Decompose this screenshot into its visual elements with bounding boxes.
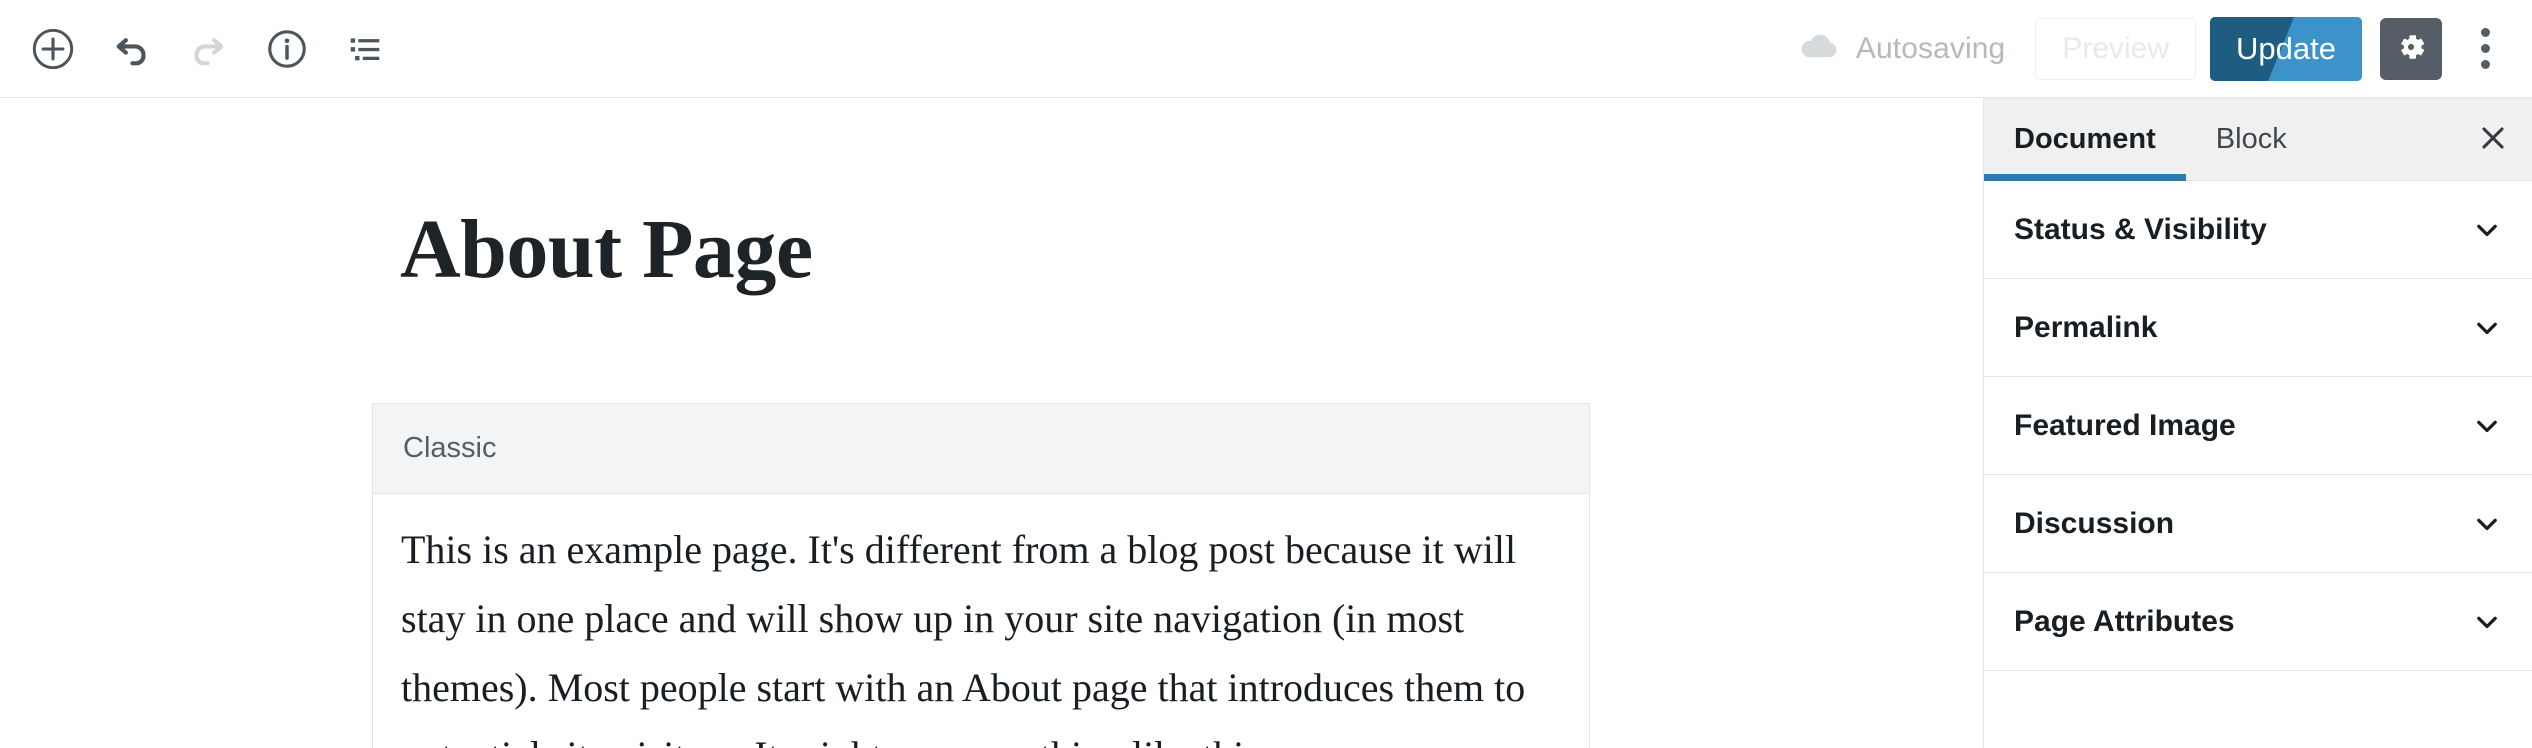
tab-block[interactable]: Block [2186,98,2317,180]
classic-block-body[interactable]: This is an example page. It's different … [373,494,1589,748]
block-navigation-button[interactable] [326,10,404,88]
editor-canvas: About Page Classic This is an example pa… [0,98,1983,748]
preview-button[interactable]: Preview [2035,17,2197,80]
panel-label: Featured Image [2014,408,2236,442]
redo-icon [187,27,231,71]
settings-sidebar: Document Block Status & Visibility Perma… [1983,98,2532,748]
tab-document[interactable]: Document [1984,98,2186,181]
sidebar-panel-discussion[interactable]: Discussion [1984,475,2532,573]
chevron-down-icon [2470,311,2504,345]
undo-icon [109,27,153,71]
chevron-down-icon [2470,507,2504,541]
wordpress-block-editor: Autosaving Preview Update About Page Cla… [0,0,2532,748]
settings-toggle-button[interactable] [2380,17,2442,80]
panel-label: Page Attributes [2014,604,2235,638]
kebab-dot-3 [2480,60,2490,69]
classic-block-label: Classic [403,432,497,464]
sidebar-panel-featured-image[interactable]: Featured Image [1984,377,2532,475]
update-button[interactable]: Update [2210,16,2362,81]
undo-button[interactable] [92,10,170,88]
info-icon [265,27,309,71]
kebab-dot-2 [2480,44,2490,53]
sidebar-panel-permalink[interactable]: Permalink [1984,279,2532,377]
classic-block[interactable]: Classic This is an example page. It's di… [372,403,1590,748]
plus-circle-icon [31,27,75,71]
redo-button[interactable] [170,10,248,88]
close-icon [2476,121,2510,158]
update-button-label: Update [2236,30,2336,66]
more-menu-button[interactable] [2456,18,2514,80]
panel-label: Discussion [2014,506,2175,540]
add-block-button[interactable] [14,10,92,88]
sidebar-panel-page-attributes[interactable]: Page Attributes [1984,573,2532,671]
classic-block-paragraph: This is an example page. It's different … [401,527,1526,748]
post-title[interactable]: About Page [400,208,813,292]
autosaving-indicator: Autosaving [1798,30,2005,68]
panel-label: Status & Visibility [2014,212,2267,246]
list-view-icon [343,27,387,71]
chevron-down-icon [2470,605,2504,639]
editor-header-toolbar: Autosaving Preview Update [0,0,2532,98]
panel-label: Permalink [2014,310,2158,344]
kebab-menu-icon [2480,28,2490,37]
sidebar-panel-status-and-visibility[interactable]: Status & Visibility [1984,181,2532,279]
close-sidebar-button[interactable] [2454,98,2532,180]
gear-icon [2393,29,2429,68]
header-right-actions: Autosaving Preview Update [1798,0,2514,97]
cloud-icon [1798,30,1840,68]
classic-block-header: Classic [373,404,1589,494]
sidebar-tab-bar: Document Block [1984,98,2532,181]
header-left-tools [0,10,404,88]
chevron-down-icon [2470,213,2504,247]
content-info-button[interactable] [248,10,326,88]
autosaving-label: Autosaving [1855,31,2006,65]
chevron-down-icon [2470,409,2504,443]
